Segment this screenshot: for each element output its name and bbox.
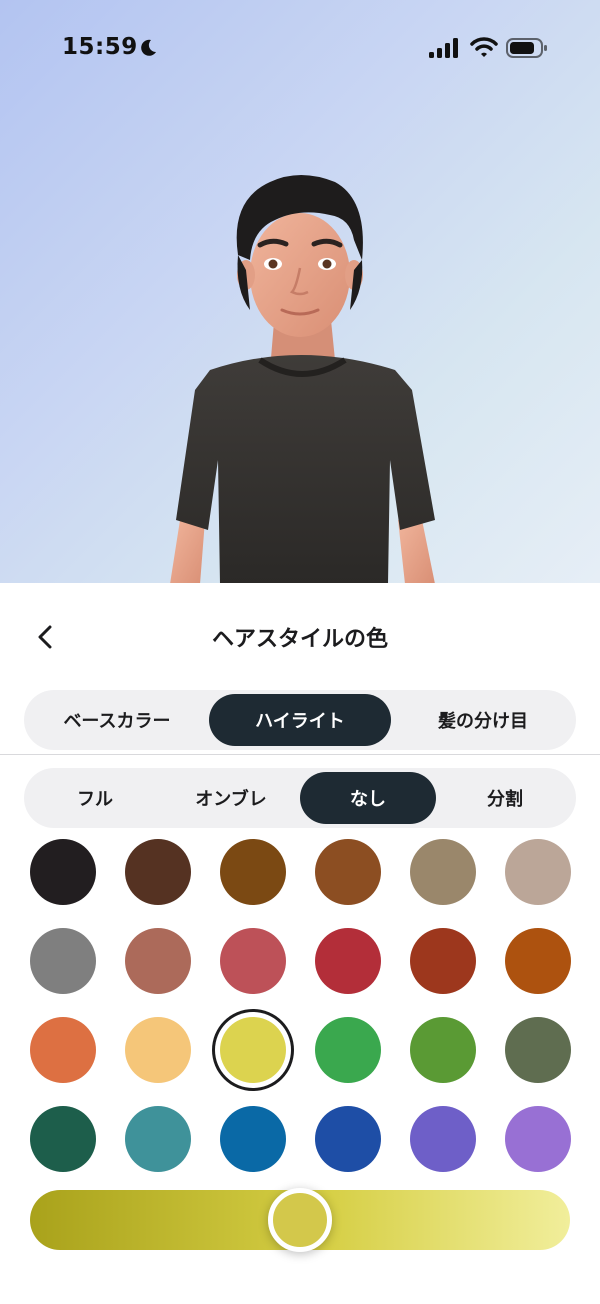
avatar-image bbox=[170, 175, 435, 583]
highlight-style-tabs: フル オンブレ なし 分割 bbox=[24, 768, 576, 828]
color-swatch-selected[interactable] bbox=[220, 1017, 286, 1083]
color-swatch[interactable] bbox=[220, 928, 286, 994]
color-swatch[interactable] bbox=[30, 1106, 96, 1172]
color-swatch[interactable] bbox=[220, 839, 286, 905]
page-title: ヘアスタイルの色 bbox=[211, 627, 388, 652]
color-swatch[interactable] bbox=[125, 1106, 191, 1172]
color-swatch[interactable] bbox=[505, 928, 571, 994]
color-swatch[interactable] bbox=[315, 839, 381, 905]
color-swatch[interactable] bbox=[125, 1017, 191, 1083]
hair-color-sheet: ヘアスタイルの色 ベースカラー ハイライト 髪の分け目 フル オンブレ なし 分… bbox=[0, 583, 600, 1304]
color-swatch[interactable] bbox=[125, 839, 191, 905]
tab-none[interactable]: なし bbox=[300, 772, 436, 824]
color-swatch[interactable] bbox=[505, 1017, 571, 1083]
tab-hair-part[interactable]: 髪の分け目 bbox=[394, 694, 572, 746]
color-swatch[interactable] bbox=[505, 1106, 571, 1172]
color-swatch[interactable] bbox=[505, 839, 571, 905]
tab-base-color[interactable]: ベースカラー bbox=[28, 694, 206, 746]
wifi-icon bbox=[470, 37, 498, 57]
color-swatch[interactable] bbox=[220, 1106, 286, 1172]
color-swatch[interactable] bbox=[315, 1017, 381, 1083]
color-swatch[interactable] bbox=[410, 839, 476, 905]
tab-split[interactable]: 分割 bbox=[438, 772, 572, 824]
shade-slider-thumb[interactable] bbox=[268, 1188, 332, 1252]
tab-full[interactable]: フル bbox=[28, 772, 162, 824]
color-type-tabs: ベースカラー ハイライト 髪の分け目 bbox=[24, 690, 576, 750]
color-swatch[interactable] bbox=[410, 928, 476, 994]
status-bar: 15:59 bbox=[0, 0, 600, 96]
color-swatch[interactable] bbox=[410, 1017, 476, 1083]
tab-highlight[interactable]: ハイライト bbox=[209, 694, 391, 746]
color-swatch[interactable] bbox=[30, 928, 96, 994]
status-time: 15:59 bbox=[62, 34, 138, 60]
battery-icon bbox=[506, 38, 547, 58]
moon-icon bbox=[141, 39, 156, 56]
color-swatch[interactable] bbox=[30, 839, 96, 905]
divider bbox=[0, 754, 600, 755]
avatar-preview: 15:59 bbox=[0, 0, 600, 583]
signal-icon bbox=[429, 38, 458, 58]
color-swatch[interactable] bbox=[410, 1106, 476, 1172]
color-swatch[interactable] bbox=[30, 1017, 96, 1083]
tab-ombre[interactable]: オンブレ bbox=[164, 772, 298, 824]
color-swatch[interactable] bbox=[125, 928, 191, 994]
color-swatch[interactable] bbox=[315, 928, 381, 994]
color-swatch[interactable] bbox=[315, 1106, 381, 1172]
